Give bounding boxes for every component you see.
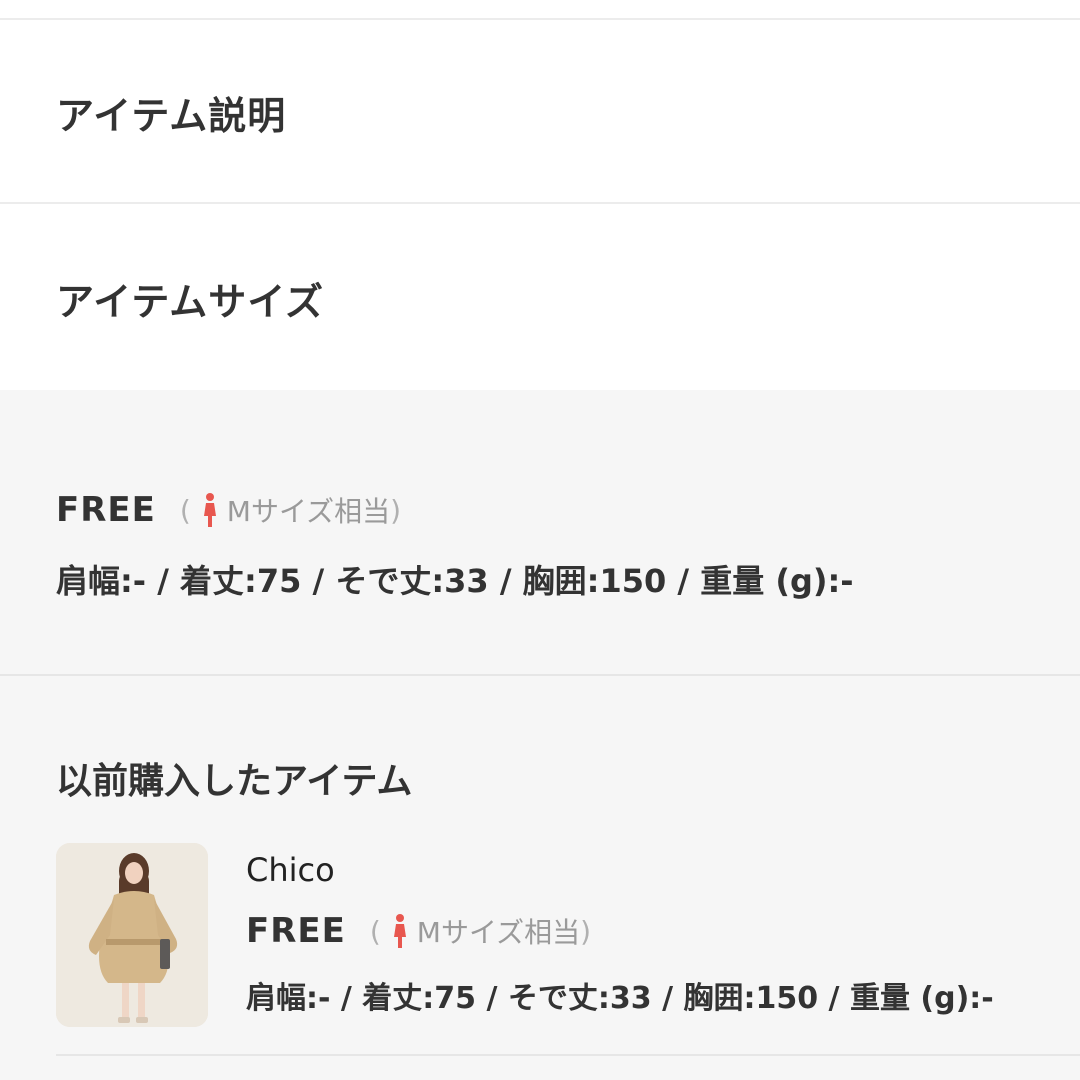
item-measurements: 肩幅:- / 着丈:75 / そで丈:33 / 胸囲:150 / 重量 (g):…: [246, 981, 994, 1016]
item-description-title: アイテム説明: [56, 93, 287, 138]
item-size-header: FREE ( Mサイズ相当 ): [246, 909, 591, 953]
paren-open: (: [179, 493, 191, 527]
size-equivalent-text: Mサイズ相当: [226, 495, 391, 528]
previous-items-title: 以前購入したアイテム: [56, 761, 413, 802]
item-divider: [56, 1054, 1080, 1056]
previous-item-card[interactable]: Chico FREE ( Mサイズ相当 ) 肩幅:- / 着丈:75 / そで丈…: [56, 843, 1080, 1029]
item-description-section[interactable]: アイテム説明: [0, 22, 1080, 204]
paren-open: (: [369, 914, 381, 948]
section-divider: [0, 674, 1080, 676]
item-thumbnail[interactable]: [56, 843, 208, 1027]
item-brand: Chico: [246, 851, 335, 889]
item-size-title: アイテムサイズ: [56, 279, 325, 324]
woman-icon: [391, 913, 409, 949]
woman-icon: [201, 492, 219, 528]
size-equivalent: ( Mサイズ相当 ): [180, 490, 401, 530]
item-size-equivalent-text: Mサイズ相当: [416, 916, 581, 949]
item-size-label: FREE: [246, 911, 346, 951]
item-size-section[interactable]: アイテムサイズ: [0, 206, 1080, 390]
size-measurements: 肩幅:- / 着丈:75 / そで丈:33 / 胸囲:150 / 重量 (g):…: [56, 562, 854, 600]
top-strip: [0, 0, 1080, 20]
size-label: FREE: [56, 490, 156, 530]
item-size-equivalent: ( Mサイズ相当 ): [370, 911, 591, 951]
size-header: FREE ( Mサイズ相当 ): [56, 488, 401, 532]
paren-close: ): [390, 493, 402, 527]
paren-close: ): [580, 914, 592, 948]
